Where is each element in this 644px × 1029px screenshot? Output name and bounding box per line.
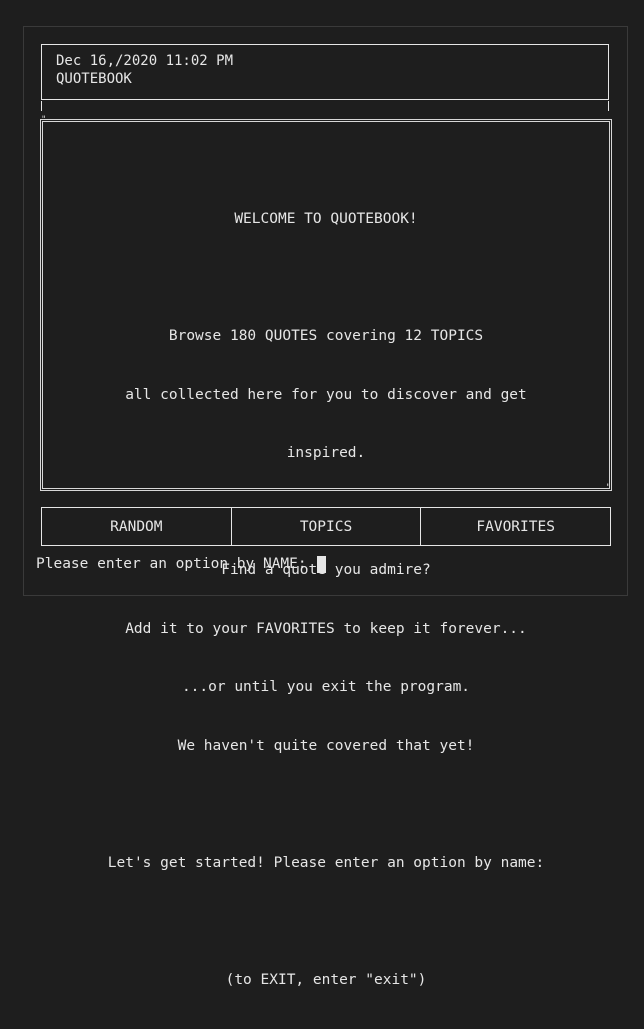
welcome-fav-line-2: Add it to your FAVORITES to keep it fore…	[125, 620, 527, 637]
terminal-window: Dec 16,/2020 11:02 PM QUOTEBOOK " " WELC…	[23, 26, 628, 988]
option-menu: RANDOM TOPICS FAVORITES	[41, 507, 611, 546]
welcome-fav-line-3: ...or until you exit the program.	[181, 679, 471, 695]
header-box: Dec 16,/2020 11:02 PM QUOTEBOOK	[41, 44, 609, 111]
welcome-start-line: Let's get started! Please enter an optio…	[107, 854, 545, 871]
welcome-browse-line-1: Browse 180 QUOTES covering 12 TOPICS	[168, 328, 484, 344]
datetime-text: Dec 16,/2020 11:02 PM	[56, 53, 234, 69]
welcome-exit-line: (to EXIT, enter "exit")	[225, 971, 427, 988]
text-cursor[interactable]	[317, 555, 327, 573]
welcome-browse-line-3: inspired.	[286, 445, 366, 461]
menu-option-favorites[interactable]: FAVORITES	[421, 508, 610, 545]
welcome-browse-line-2: all collected here for you to discover a…	[125, 386, 527, 403]
corner-mark-top-left: "	[41, 115, 47, 125]
welcome-fav-line-4: We haven't quite covered that yet!	[177, 737, 475, 754]
menu-option-topics[interactable]: TOPICS	[232, 508, 422, 545]
prompt-label: Please enter an option by NAME:	[36, 556, 316, 572]
welcome-panel: " " WELCOME TO QUOTEBOOK! Browse 180 QUO…	[40, 115, 612, 988]
welcome-title: WELCOME TO QUOTEBOOK!	[234, 211, 418, 227]
welcome-text-block: WELCOME TO QUOTEBOOK! Browse 180 QUOTES …	[43, 171, 609, 1029]
app-name: QUOTEBOOK	[56, 71, 132, 87]
command-prompt[interactable]: Please enter an option by NAME:	[36, 554, 327, 574]
header-border-tick-left	[41, 101, 42, 111]
menu-option-random[interactable]: RANDOM	[42, 508, 232, 545]
header-border-tick-right	[608, 101, 609, 111]
